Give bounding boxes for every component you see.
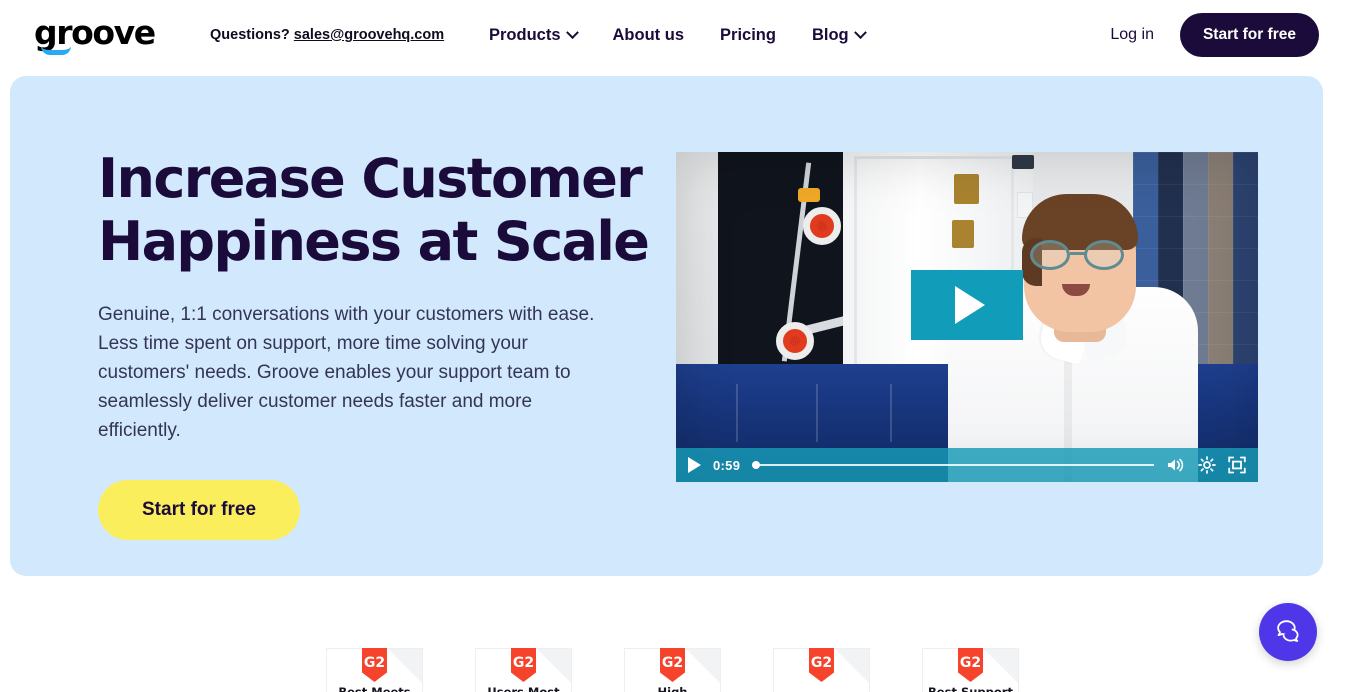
nav-item-pricing[interactable]: Pricing <box>720 26 776 45</box>
award-badge-label: Users Most Likely To Recommend <box>487 685 560 692</box>
chevron-down-icon <box>565 25 579 39</box>
g2-mark: G2 <box>363 655 386 671</box>
g2-mark: G2 <box>512 655 535 671</box>
video-controls: 0:59 <box>676 448 1258 482</box>
g2-shield-icon: G2 <box>511 648 536 682</box>
award-badges-row: G2 Best Meets Requirements G2 Users Most… <box>0 648 1345 692</box>
g2-mark: G2 <box>661 655 684 671</box>
groove-swoosh-icon <box>41 46 71 55</box>
header-actions: Log in Start for free <box>1110 13 1319 57</box>
g2-shield-icon: G2 <box>809 648 834 682</box>
start-for-free-button[interactable]: Start for free <box>1179 13 1319 57</box>
progress-track <box>752 464 1154 466</box>
glasses <box>1028 240 1132 270</box>
play-icon <box>955 286 985 324</box>
logo[interactable]: groove <box>34 16 164 55</box>
award-badge: G2 <box>773 648 870 692</box>
g2-shield-icon: G2 <box>958 648 983 682</box>
hero-video-player[interactable]: 0:59 <box>676 152 1258 482</box>
gear-icon[interactable] <box>1198 456 1216 474</box>
award-badge: G2 Users Most Likely To Recommend <box>475 648 572 692</box>
award-badge: G2 Best Meets Requirements <box>326 648 423 692</box>
nav-label: Pricing <box>720 25 776 44</box>
hero-copy: Increase Customer Happiness at Scale Gen… <box>98 76 698 576</box>
g2-shield-icon: G2 <box>660 648 685 682</box>
award-badge-label: High Performer <box>657 685 688 692</box>
g2-mark: G2 <box>810 655 833 671</box>
progress-handle[interactable] <box>752 461 761 469</box>
chat-bubbles-icon <box>1277 620 1299 642</box>
hero-start-for-free-button[interactable]: Start for free <box>98 479 301 540</box>
logo-text: groove <box>34 12 156 52</box>
play-button-overlay[interactable] <box>911 270 1023 340</box>
g2-shield-icon: G2 <box>362 648 387 682</box>
site-header: groove Questions? sales@groovehq.com Pro… <box>0 0 1345 70</box>
main-nav: Products About us Pricing Blog <box>489 25 867 45</box>
nav-item-blog[interactable]: Blog <box>811 25 867 45</box>
award-badge-label: Best Support <box>928 685 1013 692</box>
nav-label: About us <box>612 25 685 44</box>
video-time: 0:59 <box>713 457 741 473</box>
page-title: Increase Customer Happiness at Scale <box>98 147 650 273</box>
chat-widget-button[interactable] <box>1259 603 1317 661</box>
volume-icon[interactable] <box>1166 457 1186 473</box>
nav-item-products[interactable]: Products <box>489 25 579 45</box>
questions-block: Questions? sales@groovehq.com <box>210 27 444 43</box>
login-link[interactable]: Log in <box>1110 26 1154 44</box>
award-badge-label: Best Meets Requirements <box>338 685 411 692</box>
sales-email-link[interactable]: sales@groovehq.com <box>294 27 444 43</box>
chevron-down-icon <box>853 25 867 39</box>
nav-item-about-us[interactable]: About us <box>613 26 685 45</box>
nav-label: Blog <box>811 25 849 44</box>
award-badge: G2 Best Support <box>922 648 1019 692</box>
progress-bar[interactable] <box>752 458 1154 472</box>
award-badge: G2 High Performer <box>624 648 721 692</box>
g2-mark: G2 <box>959 655 982 671</box>
fullscreen-icon[interactable] <box>1228 456 1246 474</box>
hero-subtitle: Genuine, 1:1 conversations with your cus… <box>98 304 595 441</box>
play-icon[interactable] <box>688 457 701 473</box>
questions-label: Questions? <box>210 27 290 43</box>
nav-label: Products <box>489 25 561 44</box>
